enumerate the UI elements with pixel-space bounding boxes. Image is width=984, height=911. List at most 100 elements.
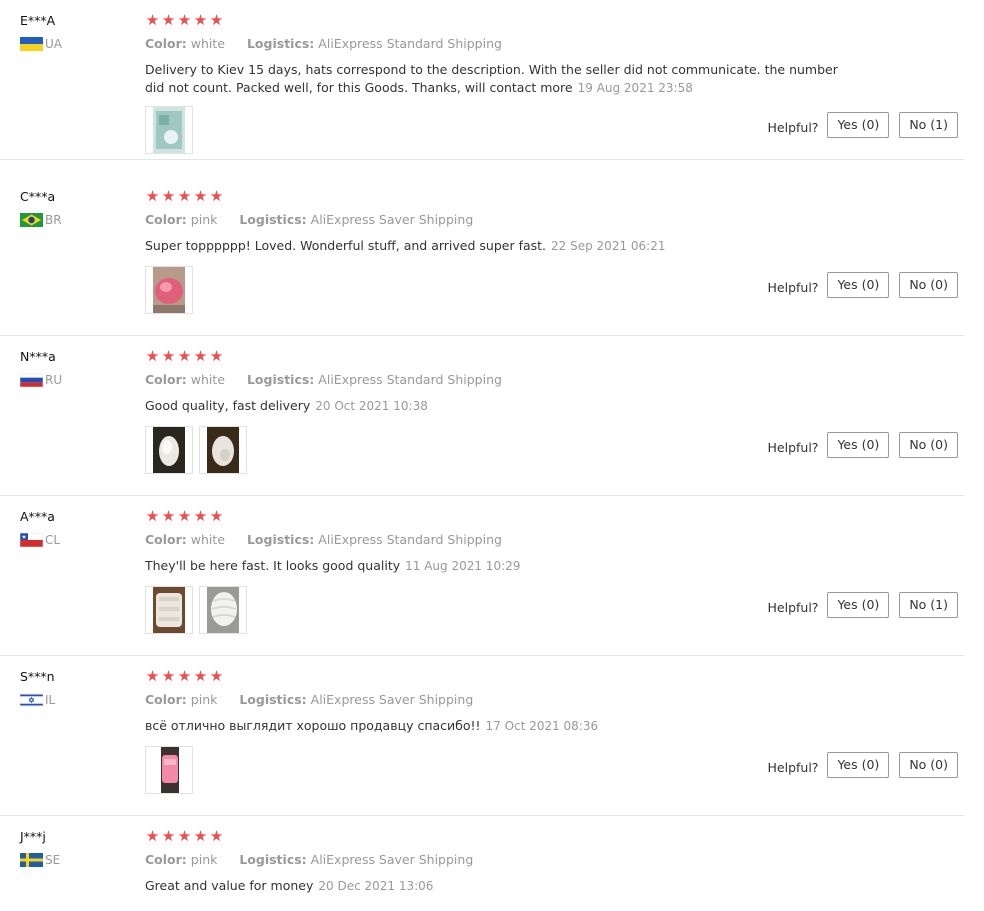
- star-icon: ★: [161, 507, 176, 525]
- review-photo-thumbnail[interactable]: [145, 106, 193, 154]
- color-label: Color:: [145, 692, 187, 707]
- review-text: Great and value for money: [145, 878, 314, 893]
- no-button[interactable]: No (1): [899, 592, 958, 618]
- color-label: Color:: [145, 852, 187, 867]
- star-rating: ★ ★ ★ ★ ★: [145, 12, 865, 28]
- yes-button[interactable]: Yes (0): [827, 432, 890, 458]
- br-flag-icon: [20, 213, 43, 227]
- reviewer-info: E***A UA: [20, 13, 130, 51]
- no-button[interactable]: No (1): [899, 112, 958, 138]
- star-icon: ★: [209, 11, 224, 29]
- review-text: Delivery to Kiev 15 days, hats correspon…: [145, 62, 838, 95]
- country-code: CL: [45, 533, 61, 547]
- review-text-block: Good quality, fast delivery 20 Oct 2021 1…: [145, 397, 860, 415]
- review-text: They'll be here fast. It looks good qual…: [145, 558, 401, 573]
- star-icon: ★: [145, 507, 160, 525]
- color-value: pink: [190, 212, 218, 227]
- review-content: ★ ★ ★ ★ ★ Color: white Logistics: AliExp…: [145, 348, 865, 415]
- star-icon: ★: [193, 507, 208, 525]
- review-content: ★ ★ ★ ★ ★ Color: pink Logistics: AliExpr…: [145, 828, 865, 895]
- review-photo-thumbnail[interactable]: [199, 426, 247, 474]
- star-rating: ★ ★ ★ ★ ★: [145, 668, 865, 684]
- yes-button[interactable]: Yes (0): [827, 592, 890, 618]
- logistics-label: Logistics:: [246, 372, 315, 387]
- review-photos: [145, 586, 247, 634]
- review-photos: [145, 266, 193, 314]
- star-icon: ★: [145, 187, 160, 205]
- star-rating: ★ ★ ★ ★ ★: [145, 508, 865, 524]
- review-item: J***j SE ★ ★ ★ ★ ★ Color: pink Logistics…: [0, 816, 964, 911]
- color-label: Color:: [145, 372, 187, 387]
- helpful-label: Helpful?: [767, 759, 819, 775]
- star-icon: ★: [193, 11, 208, 29]
- star-icon: ★: [145, 827, 160, 845]
- review-photo-thumbnail[interactable]: [145, 746, 193, 794]
- reviewer-info: S***n IL: [20, 669, 130, 707]
- review-photo-thumbnail[interactable]: [145, 266, 193, 314]
- star-icon: ★: [209, 187, 224, 205]
- reviewer-country: IL: [20, 693, 130, 707]
- yes-button[interactable]: Yes (0): [827, 752, 890, 778]
- review-photo-thumbnail[interactable]: [145, 586, 193, 634]
- logistics-label: Logistics:: [239, 852, 307, 867]
- no-button[interactable]: No (0): [899, 272, 958, 298]
- logistics-value: AliExpress Saver Shipping: [310, 852, 474, 867]
- star-icon: ★: [209, 827, 224, 845]
- helpful-vote: Helpful? Yes (0) No (0): [768, 432, 958, 458]
- review-item: C***a BR ★ ★ ★ ★ ★ Color: pink Logistics…: [0, 176, 964, 336]
- il-flag-icon: [20, 693, 43, 707]
- reviewer-country: BR: [20, 213, 130, 227]
- helpful-label: Helpful?: [767, 279, 819, 295]
- order-info: Color: pink Logistics: AliExpress Saver …: [145, 212, 865, 228]
- review-text-block: всё отлично выглядит хорошо продавцу спа…: [145, 717, 860, 735]
- reviewer-name: S***n: [20, 669, 55, 684]
- review-text-block: Super topppppp! Loved. Wonderful stuff, …: [145, 237, 860, 255]
- star-icon: ★: [145, 347, 160, 365]
- star-rating: ★ ★ ★ ★ ★: [145, 828, 865, 844]
- reviewer-name: C***a: [20, 189, 56, 204]
- review-photo-thumbnail[interactable]: [199, 586, 247, 634]
- helpful-label: Helpful?: [767, 439, 819, 455]
- star-icon: ★: [177, 827, 192, 845]
- review-text: всё отлично выглядит хорошо продавцу спа…: [145, 718, 481, 733]
- helpful-label: Helpful?: [767, 599, 819, 615]
- helpful-label: Helpful?: [767, 119, 819, 135]
- color-value: pink: [190, 692, 218, 707]
- color-label: Color:: [145, 212, 187, 227]
- review-photos: [145, 426, 247, 474]
- review-date: 17 Oct 2021 08:36: [485, 719, 599, 733]
- country-code: IL: [45, 693, 56, 707]
- star-icon: ★: [193, 187, 208, 205]
- review-text-block: Delivery to Kiev 15 days, hats correspon…: [145, 61, 860, 97]
- reviewer-name: N***a: [20, 349, 56, 364]
- review-text-block: Great and value for money 20 Dec 2021 13:…: [145, 877, 860, 895]
- yes-button[interactable]: Yes (0): [827, 272, 890, 298]
- star-icon: ★: [145, 11, 160, 29]
- star-icon: ★: [209, 667, 224, 685]
- order-info: Color: white Logistics: AliExpress Stand…: [145, 532, 865, 548]
- no-button[interactable]: No (0): [899, 752, 958, 778]
- logistics-label: Logistics:: [239, 212, 307, 227]
- color-value: white: [190, 36, 225, 51]
- no-button[interactable]: No (0): [899, 432, 958, 458]
- yes-button[interactable]: Yes (0): [827, 112, 890, 138]
- star-icon: ★: [177, 187, 192, 205]
- review-text: Good quality, fast delivery: [145, 398, 311, 413]
- logistics-value: AliExpress Standard Shipping: [318, 532, 502, 547]
- cl-flag-icon: [20, 533, 43, 547]
- star-icon: ★: [177, 347, 192, 365]
- review-photo-thumbnail[interactable]: [145, 426, 193, 474]
- helpful-vote: Helpful? Yes (0) No (1): [768, 592, 958, 618]
- ru-flag-icon: [20, 373, 43, 387]
- ua-flag-icon: [20, 37, 43, 51]
- star-icon: ★: [193, 347, 208, 365]
- review-item: A***a CL ★ ★ ★ ★ ★ Color: white Logistic…: [0, 496, 964, 656]
- logistics-label: Logistics:: [246, 36, 315, 51]
- country-code: RU: [45, 373, 63, 387]
- review-photos: [145, 106, 193, 154]
- review-content: ★ ★ ★ ★ ★ Color: pink Logistics: AliExpr…: [145, 668, 865, 735]
- reviewer-country: UA: [20, 37, 130, 51]
- review-photos: [145, 746, 193, 794]
- logistics-value: AliExpress Saver Shipping: [310, 692, 474, 707]
- color-label: Color:: [145, 532, 187, 547]
